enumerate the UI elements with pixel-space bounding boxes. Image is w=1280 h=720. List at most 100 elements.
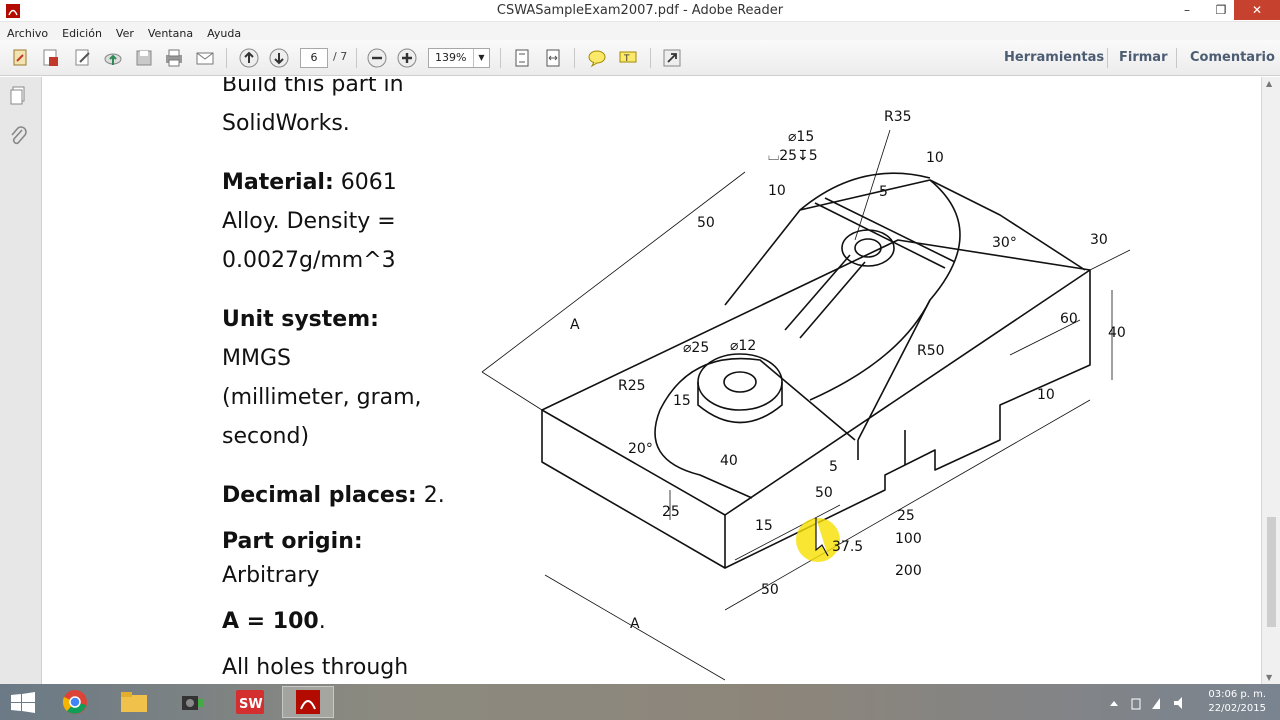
- dim-label: 50: [815, 485, 833, 501]
- dim-label: 10: [1037, 387, 1055, 403]
- next-page-icon[interactable]: [268, 47, 290, 69]
- toolbar-separator: [500, 48, 501, 68]
- close-button[interactable]: ✕: [1234, 0, 1280, 20]
- taskbar: SW 03:06 p. m. 22/02/2015: [0, 684, 1280, 720]
- dim-label: 15: [673, 393, 691, 409]
- dim-label: 40: [1108, 325, 1126, 341]
- document-page[interactable]: Build this part in SolidWorks. Material:…: [43, 77, 1261, 684]
- taskbar-file-explorer[interactable]: [108, 686, 160, 718]
- dim-label: 20°: [628, 441, 653, 457]
- fit-page-icon[interactable]: [511, 47, 533, 69]
- highlight-text-icon[interactable]: T: [617, 47, 639, 69]
- dim-label: 10: [926, 150, 944, 166]
- menu-edicion[interactable]: Edición: [55, 25, 109, 41]
- scroll-down-icon[interactable]: ▼: [1266, 673, 1272, 682]
- dim-label: 5: [879, 184, 888, 200]
- svg-text:SW: SW: [239, 697, 263, 712]
- print-icon[interactable]: [163, 47, 185, 69]
- comment-panel-button[interactable]: Comentario: [1190, 50, 1275, 65]
- taskbar-chrome[interactable]: [50, 686, 102, 718]
- menu-ayuda[interactable]: Ayuda: [200, 25, 248, 41]
- sticky-note-icon[interactable]: [586, 47, 608, 69]
- toolbar-separator: [574, 48, 575, 68]
- edit-document-icon[interactable]: [72, 47, 94, 69]
- taskbar-solidworks[interactable]: SW: [224, 686, 276, 718]
- minimize-button[interactable]: –: [1172, 0, 1202, 20]
- dim-label: 25: [897, 508, 915, 524]
- fit-width-icon[interactable]: [542, 47, 564, 69]
- menu-ventana[interactable]: Ventana: [141, 25, 200, 41]
- toolbar-separator: [226, 48, 227, 68]
- adobe-reader-icon: [296, 690, 320, 714]
- upright-right-arc: [857, 179, 961, 441]
- dim-label: 100: [895, 531, 922, 547]
- dim-label: 30: [1090, 232, 1108, 248]
- email-icon[interactable]: [194, 47, 216, 69]
- boss-hole: [723, 371, 757, 393]
- toolbar-separator: [1176, 48, 1177, 68]
- zoom-select[interactable]: 139% ▼: [428, 48, 490, 68]
- taskbar-adobe-reader[interactable]: [282, 686, 334, 718]
- window-title: CSWASampleExam2007.pdf - Adobe Reader: [496, 3, 784, 18]
- slot-line: [824, 197, 956, 263]
- pages-icon[interactable]: [8, 85, 28, 107]
- menu-archivo[interactable]: Archivo: [0, 25, 55, 41]
- folder-icon: [121, 692, 147, 712]
- dim-label: 50: [761, 582, 779, 598]
- dim-label: A: [630, 616, 640, 632]
- chrome-icon: [62, 690, 87, 714]
- dim-label: 60: [1060, 311, 1078, 327]
- dim-label: 5: [829, 459, 838, 475]
- attachments-icon[interactable]: [8, 125, 28, 147]
- isometric-part-drawing: R35 ⌀15 ⌴25↧5 10 10 5 50 30° 30 60 40 A …: [481, 109, 1131, 681]
- base-left-face: [541, 410, 726, 569]
- solidworks-icon: SW: [236, 690, 264, 714]
- chevron-down-icon[interactable]: ▼: [473, 49, 489, 67]
- vertical-scrollbar[interactable]: ▲ ▼: [1261, 77, 1280, 684]
- scrollbar-thumb[interactable]: [1267, 517, 1276, 627]
- hidden-line: [857, 430, 906, 465]
- title-bar: CSWASampleExam2007.pdf - Adobe Reader – …: [0, 0, 1280, 22]
- create-pdf-icon[interactable]: [10, 47, 32, 69]
- page-total: / 7: [333, 50, 348, 63]
- menu-bar: Archivo Edición Ver Ventana Ayuda: [0, 22, 1280, 40]
- zoom-value: 139%: [435, 51, 467, 64]
- dim-label: ⌀15: [788, 129, 814, 145]
- dim-label: 25: [662, 504, 680, 520]
- cloud-upload-icon[interactable]: [102, 47, 124, 69]
- dim-label: 50: [697, 215, 715, 231]
- extension-line: [481, 371, 543, 411]
- toolbar-separator: [1107, 48, 1108, 68]
- zoom-in-icon[interactable]: [396, 47, 418, 69]
- dim-label: R35: [884, 109, 912, 125]
- camera-icon: [182, 696, 203, 710]
- sign-panel-button[interactable]: Firmar: [1119, 50, 1167, 65]
- dim-label: R50: [917, 343, 945, 359]
- previous-page-icon[interactable]: [238, 47, 260, 69]
- scroll-up-icon[interactable]: ▲: [1266, 79, 1272, 88]
- expand-icon[interactable]: [661, 47, 683, 69]
- pdf-edit-icon[interactable]: [40, 47, 62, 69]
- zoom-out-icon[interactable]: [366, 47, 388, 69]
- dim-label: 30°: [992, 235, 1017, 251]
- slot-line: [814, 202, 946, 269]
- windows-start-icon[interactable]: [10, 692, 36, 714]
- dim-label: 200: [895, 563, 922, 579]
- dim-label: ⌀25: [683, 340, 709, 356]
- dim-label: 40: [720, 453, 738, 469]
- save-icon[interactable]: [133, 47, 155, 69]
- dim-label: ⌀12: [730, 338, 756, 354]
- page-number-input[interactable]: 6: [300, 48, 328, 68]
- tools-panel-button[interactable]: Herramientas: [1004, 50, 1104, 65]
- system-clock[interactable]: 03:06 p. m. 22/02/2015: [1208, 688, 1266, 716]
- system-tray-icons[interactable]: [1108, 696, 1188, 710]
- slot-line: [799, 261, 866, 339]
- svg-text:T: T: [623, 54, 630, 64]
- menu-ver[interactable]: Ver: [109, 25, 141, 41]
- toolbar-separator: [356, 48, 357, 68]
- maximize-button[interactable]: ❐: [1206, 0, 1236, 20]
- toolbar: 6 / 7 139% ▼ T Herramientas Firmar Coment…: [0, 40, 1280, 76]
- dim-label: 15: [755, 518, 773, 534]
- upright-hole: [841, 229, 895, 267]
- taskbar-media-app[interactable]: [166, 686, 218, 718]
